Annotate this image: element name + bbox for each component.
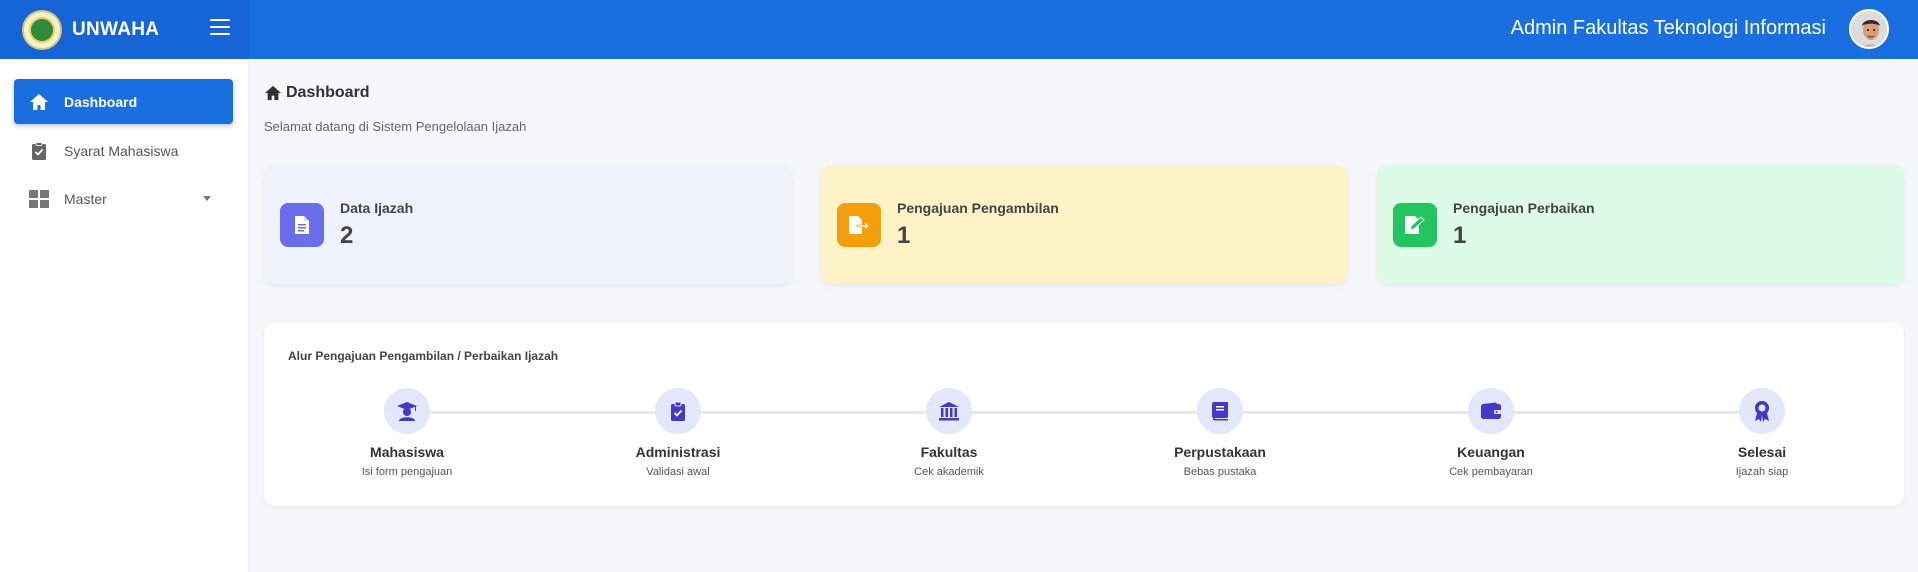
file-export-icon (837, 202, 881, 247)
flow-step-name: Fakultas (920, 444, 978, 460)
file-edit-icon (1393, 202, 1437, 247)
award-icon (1739, 388, 1785, 434)
sidebar-item-dashboard[interactable]: Dashboard (14, 79, 233, 124)
stat-card-label: Pengajuan Perbaikan (1453, 199, 1595, 216)
sidebar-item-syarat-mahasiswa[interactable]: Syarat Mahasiswa (14, 128, 233, 173)
hamburger-menu-icon[interactable] (210, 19, 230, 35)
stat-card-value: 1 (1453, 221, 1467, 249)
clipboard-check-icon (655, 388, 701, 434)
home-icon (265, 85, 281, 101)
stat-card-label: Pengajuan Pengambilan (897, 199, 1059, 216)
page-title: Dashboard (264, 84, 370, 102)
flow-step-desc: Cek akademik (914, 466, 984, 478)
flow-step-selesai: Selesai Ijazah siap (1662, 388, 1862, 478)
flow-step-desc: Ijazah siap (1735, 466, 1789, 478)
clipboard-check-icon (28, 141, 50, 161)
grid-icon (28, 189, 50, 209)
wallet-icon (1468, 388, 1514, 434)
flow-step-perpustakaan: Perpustakaan Bebas pustaka (1120, 388, 1320, 478)
flow-step-keuangan: Keuangan Cek pembayaran (1391, 388, 1591, 478)
stat-card-value: 1 (897, 221, 911, 249)
sidebar-item-label: Syarat Mahasiswa (64, 142, 179, 159)
university-icon (926, 388, 972, 434)
flow-step-mahasiswa: Mahasiswa Isi form pengajuan (307, 388, 507, 478)
sidebar: Dashboard Syarat Mahasiswa Master (0, 59, 249, 572)
avatar[interactable] (1849, 9, 1889, 49)
flow-step-name: Selesai (1737, 444, 1787, 460)
stat-card-pengajuan-pengambilan[interactable]: Pengajuan Pengambilan 1 (821, 165, 1347, 284)
sidebar-item-label: Dashboard (64, 93, 138, 110)
stat-card-label: Data Ijazah (340, 199, 414, 216)
top-bar: UNWAHA Admin Fakultas Teknologi Informas… (0, 0, 1918, 59)
brand-name: UNWAHA (72, 18, 160, 40)
flow-step-name: Administrasi (635, 444, 721, 460)
stat-card-pengajuan-perbaikan[interactable]: Pengajuan Perbaikan 1 (1377, 165, 1904, 284)
flow-step-administrasi: Administrasi Validasi awal (578, 388, 778, 478)
chevron-down-icon (203, 196, 211, 201)
flow-step-fakultas: Fakultas Cek akademik (849, 388, 1049, 478)
flow-step-desc: Bebas pustaka (1183, 466, 1257, 478)
page-subtitle: Selamat datang di Sistem Pengelolaan Ija… (264, 119, 527, 134)
book-icon (1197, 388, 1243, 434)
flow-panel: Alur Pengajuan Pengambilan / Perbaikan I… (264, 322, 1904, 506)
stat-card-data-ijazah[interactable]: Data Ijazah 2 (264, 165, 792, 284)
university-logo (22, 9, 62, 50)
flow-step-name: Keuangan (1457, 444, 1525, 460)
home-icon (28, 92, 50, 112)
stat-card-value: 2 (340, 221, 354, 249)
flow-step-desc: Validasi awal (646, 466, 710, 478)
flow-step-name: Perpustakaan (1174, 444, 1266, 460)
admin-name[interactable]: Admin Fakultas Teknologi Informasi (1511, 17, 1826, 40)
flow-title: Alur Pengajuan Pengambilan / Perbaikan I… (288, 349, 559, 363)
flow-step-name: Mahasiswa (370, 444, 444, 460)
graduate-icon (384, 388, 430, 434)
page-title-text: Dashboard (286, 84, 370, 101)
flow-step-desc: Isi form pengajuan (361, 466, 453, 478)
sidebar-item-label: Master (64, 190, 107, 207)
brand[interactable]: UNWAHA (0, 0, 249, 59)
flow-step-desc: Cek pembayaran (1449, 466, 1533, 478)
document-icon (280, 202, 324, 247)
sidebar-item-master[interactable]: Master (14, 176, 233, 221)
